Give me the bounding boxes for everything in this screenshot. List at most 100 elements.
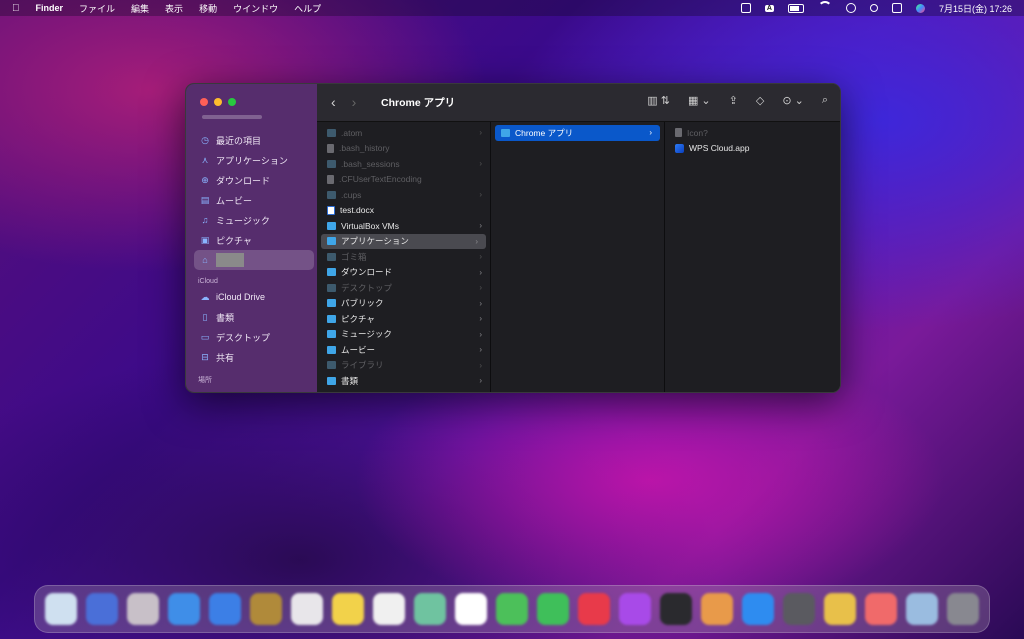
search-icon[interactable]: ⌕ [822,94,828,107]
battery-icon[interactable] [787,3,804,13]
finder-window: ◷ 最近の項目 ⋏ アプリケーション ⊕ ダウンロード ▤ ムービー ♫ ミュージック ▣… [185,83,841,393]
sidebar-item-movies[interactable]: ▤ ムービー [194,190,314,210]
file-row[interactable]: .bash_history [317,141,490,157]
wifi-icon[interactable] [817,1,832,15]
dock-app-icon[interactable] [947,593,979,625]
menu-file[interactable]: ファイル [79,2,115,15]
dock-app-icon[interactable] [619,593,651,625]
file-row[interactable]: WPS Cloud.app [665,141,840,157]
menu-window[interactable]: ウインドウ [233,2,278,15]
sidebar-item-documents[interactable]: ▯ 書類 [194,307,314,327]
file-row[interactable]: アプリケーション › [321,233,486,249]
sidebar-item-pictures[interactable]: ▣ ピクチャ [194,230,314,250]
dock-app-icon[interactable] [45,593,77,625]
chevron-right-icon: › [479,190,482,199]
close-button[interactable] [200,98,208,106]
sidebar-item-partial[interactable] [202,115,262,119]
file-row[interactable]: ライブラリ › [317,358,490,374]
file-row[interactable]: .cups › [317,187,490,203]
file-row[interactable]: デスクトップ › [317,280,490,296]
menu-edit[interactable]: 編集 [131,2,149,15]
dock-app-icon[interactable] [209,593,241,625]
sidebar-item-applications[interactable]: ⋏ アプリケーション [194,150,314,170]
file-row[interactable]: ミュージック › [317,327,490,343]
sidebar-item-shared[interactable]: ⊟ 共有 [194,347,314,367]
file-row[interactable]: VirtualBox VMs › [317,218,490,234]
dock-app-icon[interactable] [86,593,118,625]
menu-go[interactable]: 移動 [199,2,217,15]
file-row[interactable]: Icon? [665,125,840,141]
status-app-icon[interactable] [740,3,751,13]
file-row[interactable]: パブリック › [317,296,490,312]
file-row[interactable]: ピクチャ › [317,311,490,327]
menu-datetime[interactable]: 7月15日(金) 17:26 [939,2,1012,15]
app-icon [675,143,684,153]
dock-app-icon[interactable] [906,593,938,625]
film-icon: ▤ [200,194,210,205]
folder-icon [327,345,336,354]
file-row[interactable]: ゴミ箱 › [317,249,490,265]
sidebar-item-desktop[interactable]: ▭ デスクトップ [194,327,314,347]
chevron-right-icon: › [479,159,482,168]
dock-app-icon[interactable] [455,593,487,625]
dock-app-icon[interactable] [701,593,733,625]
file-name: ダウンロード [341,267,393,278]
redacted-username [216,253,244,267]
forward-button[interactable]: › [352,94,357,110]
input-source-indicator[interactable]: A [764,4,774,12]
dock-app-icon[interactable] [414,593,446,625]
file-row[interactable]: .atom › [317,125,490,141]
dock-app-icon[interactable] [783,593,815,625]
siri-icon[interactable] [915,3,925,13]
file-row[interactable]: test.docx [317,203,490,219]
dock-app-icon[interactable] [742,593,774,625]
file-row[interactable]: .CFUserTextEncoding [317,172,490,188]
file-row[interactable]: 書類 › [317,373,490,389]
dock-app-icon[interactable] [824,593,856,625]
file-name: .bash_sessions [341,158,400,169]
dock-app-icon[interactable] [496,593,528,625]
folder-icon [327,252,336,261]
sidebar-item-icloud-drive[interactable]: ☁ iCloud Drive [194,287,314,307]
dock-app-icon[interactable] [537,593,569,625]
dock-app-icon[interactable] [291,593,323,625]
apple-menu-icon[interactable]:  [12,3,20,14]
dock-app-icon[interactable] [373,593,405,625]
sidebar-item-downloads[interactable]: ⊕ ダウンロード [194,170,314,190]
back-button[interactable]: ‹ [331,94,336,110]
dock-app-icon[interactable] [168,593,200,625]
menu-view[interactable]: 表示 [165,2,183,15]
dock-app-icon[interactable] [578,593,610,625]
chevron-right-icon: › [649,128,652,137]
view-mode-column-icon[interactable]: ▥ ⇅ [647,94,670,107]
menu-app-finder[interactable]: Finder [36,3,64,13]
group-icon[interactable]: ▦ ⌄ [688,94,711,107]
folder-icon [327,128,336,137]
sidebar-item-music[interactable]: ♫ ミュージック [194,210,314,230]
file-name: VirtualBox VMs [341,220,399,231]
file-row[interactable]: Chrome アプリ › [495,125,660,141]
zoom-button[interactable] [228,98,236,106]
user-icon[interactable] [845,3,856,13]
file-row[interactable]: ダウンロード › [317,265,490,281]
file-row[interactable]: ムービー › [317,342,490,358]
more-actions-icon[interactable]: ⊙ ⌄ [782,94,804,107]
spotlight-search-icon[interactable] [869,4,878,12]
dock-app-icon[interactable] [332,593,364,625]
menu-help[interactable]: ヘルプ [294,2,321,15]
chevron-right-icon: › [479,267,482,277]
dock-app-icon[interactable] [865,593,897,625]
file-row[interactable]: .bash_sessions › [317,156,490,172]
tag-icon[interactable]: ◇ [756,94,764,107]
dock [34,585,990,633]
dock-app-icon[interactable] [127,593,159,625]
sidebar-item-recents[interactable]: ◷ 最近の項目 [194,130,314,150]
minimize-button[interactable] [214,98,222,106]
share-icon[interactable]: ⇪ [729,94,738,107]
file-name: ミュージック [341,329,392,340]
sidebar-item-home[interactable]: ⌂ [194,250,314,270]
file-name: .cups [341,189,362,200]
dock-app-icon[interactable] [660,593,692,625]
dock-app-icon[interactable] [250,593,282,625]
control-center-icon[interactable] [891,3,902,13]
